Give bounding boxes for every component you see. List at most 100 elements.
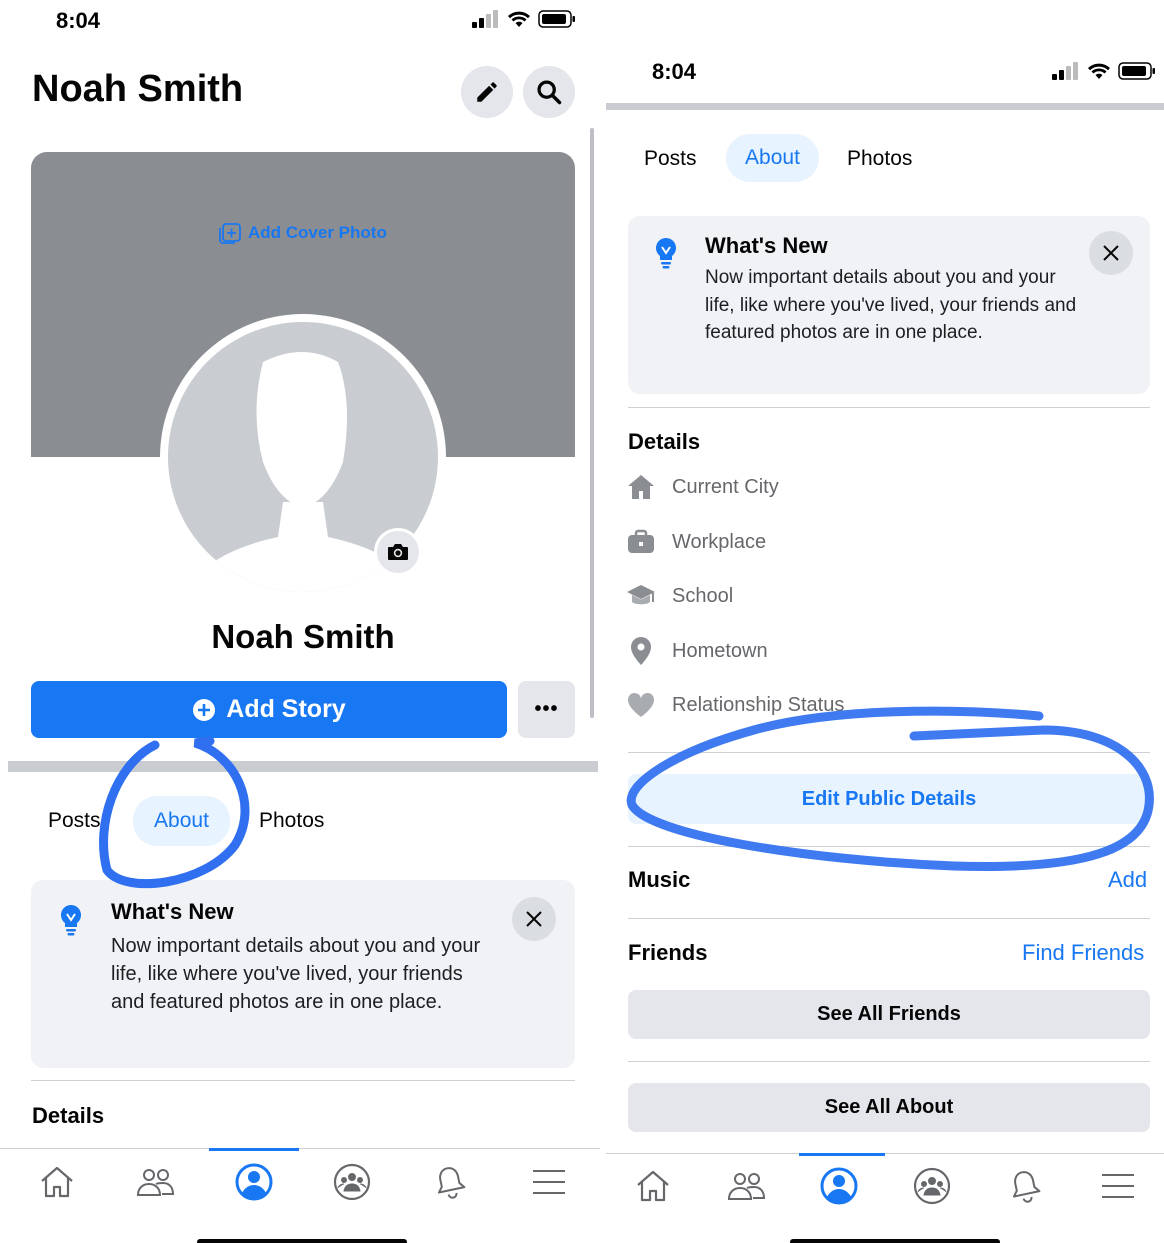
detail-label: Relationship Status [672, 693, 845, 716]
nav-menu[interactable] [1088, 1156, 1148, 1216]
close-icon [1103, 245, 1119, 261]
detail-label: Current City [672, 475, 779, 498]
section-divider [606, 103, 1164, 110]
music-title: Music [628, 867, 691, 892]
bell-icon [1012, 1171, 1040, 1203]
add-story-label: Add Story [226, 695, 346, 723]
bottom-nav [606, 1156, 1164, 1216]
signal-icon [472, 10, 498, 28]
nav-groups[interactable] [902, 1156, 962, 1216]
see-all-friends-button[interactable]: See All Friends [628, 990, 1150, 1039]
heart-icon [627, 692, 655, 717]
divider [628, 1061, 1150, 1062]
friends-title: Friends [628, 940, 708, 965]
plus-circle-icon [193, 698, 216, 721]
edit-public-details-button[interactable]: Edit Public Details [628, 774, 1150, 824]
close-whats-new-button[interactable] [512, 897, 556, 941]
nav-menu[interactable] [519, 1152, 579, 1212]
home-indicator [197, 1239, 407, 1243]
camera-icon [388, 544, 408, 560]
battery-icon [538, 10, 575, 28]
menu-icon [532, 1170, 565, 1194]
tab-about[interactable]: About [726, 134, 819, 182]
close-icon [526, 911, 542, 927]
details-title: Details [32, 1103, 105, 1128]
details-title: Details [628, 429, 701, 454]
add-music-link[interactable]: Add [1108, 867, 1147, 893]
find-friends-link[interactable]: Find Friends [1022, 940, 1144, 966]
divider [628, 752, 1150, 753]
tab-photos[interactable]: Photos [259, 809, 324, 833]
wifi-icon [1088, 63, 1110, 79]
nav-profile[interactable] [809, 1156, 869, 1216]
profile-icon [235, 1163, 273, 1201]
lightbulb-icon [656, 238, 676, 269]
nav-notifications[interactable] [995, 1156, 1055, 1216]
detail-school[interactable]: School [626, 581, 733, 611]
edit-button[interactable] [461, 66, 513, 118]
divider [628, 918, 1150, 919]
lightbulb-icon [61, 905, 81, 936]
whats-new-body: Now important details about you and your… [705, 267, 1077, 343]
profile-name: Noah Smith [211, 618, 395, 655]
nav-friends[interactable] [716, 1156, 776, 1216]
menu-icon [1101, 1174, 1134, 1198]
groups-icon [913, 1167, 950, 1205]
bottom-nav-border [0, 1148, 600, 1149]
house-icon [628, 475, 654, 499]
active-tab-indicator [209, 1148, 299, 1151]
add-cover-photo-button[interactable]: Add Cover Photo [218, 222, 387, 244]
whats-new-body: Now important details about you and your… [111, 935, 481, 1013]
detail-workplace[interactable]: Workplace [626, 527, 766, 557]
briefcase-icon [628, 529, 654, 553]
profile-icon [820, 1167, 857, 1205]
detail-hometown[interactable]: Hometown [626, 636, 768, 666]
groups-icon [334, 1163, 371, 1201]
graduation-cap-icon [627, 585, 655, 605]
friends-icon [137, 1169, 175, 1196]
add-photo-icon [219, 223, 241, 244]
detail-relationship-status[interactable]: Relationship Status [626, 690, 844, 720]
close-whats-new-button[interactable] [1089, 231, 1133, 275]
status-time: 8:04 [652, 59, 697, 84]
home-indicator [790, 1239, 1000, 1243]
tab-photos[interactable]: Photos [847, 147, 912, 171]
home-icon [41, 1166, 73, 1198]
add-cover-photo-label: Add Cover Photo [248, 223, 387, 242]
nav-home[interactable] [623, 1156, 683, 1216]
tab-posts[interactable]: Posts [48, 809, 101, 833]
search-button[interactable] [523, 66, 575, 118]
bell-icon [438, 1167, 466, 1199]
divider [628, 407, 1150, 408]
signal-icon [1052, 62, 1078, 80]
wifi-icon [508, 11, 530, 27]
tab-about[interactable]: About [133, 796, 230, 846]
whats-new-title: What's New [705, 233, 828, 258]
detail-label: Workplace [672, 530, 767, 553]
add-story-button[interactable]: Add Story [31, 681, 507, 738]
bottom-nav-border [606, 1153, 1164, 1154]
search-icon [537, 80, 562, 105]
status-icons [472, 10, 576, 28]
nav-notifications[interactable] [420, 1152, 480, 1212]
friends-icon [727, 1173, 765, 1200]
detail-current-city[interactable]: Current City [626, 472, 779, 502]
divider [31, 1080, 575, 1081]
nav-friends[interactable] [125, 1152, 185, 1212]
see-all-about-button[interactable]: See All About [628, 1083, 1150, 1132]
right-screenshot: 8:04 Posts About Photos What's New Now i… [606, 0, 1164, 1243]
nav-home[interactable] [27, 1152, 87, 1212]
nav-profile[interactable] [224, 1152, 284, 1212]
pencil-icon [477, 82, 497, 102]
nav-groups[interactable] [322, 1152, 382, 1212]
more-options-button[interactable]: ••• [518, 681, 575, 738]
change-profile-picture-button[interactable] [374, 528, 422, 576]
tab-posts[interactable]: Posts [644, 147, 697, 171]
status-icons [1052, 62, 1156, 80]
status-time: 8:04 [56, 8, 101, 33]
left-screenshot: 8:04 Noah Smith Add Cover Photo Noah Smi… [0, 0, 600, 1243]
detail-label: School [672, 584, 734, 607]
section-divider [8, 761, 598, 772]
home-icon [636, 1170, 669, 1202]
page-title: Noah Smith [32, 68, 244, 110]
